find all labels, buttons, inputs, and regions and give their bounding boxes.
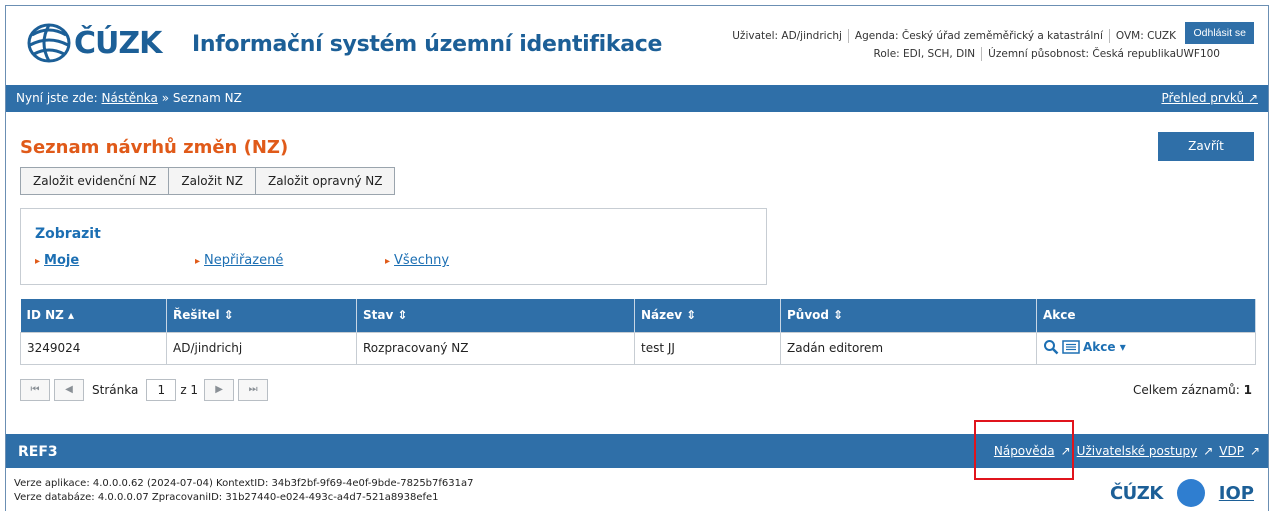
page-of-label: z 1 <box>180 383 199 397</box>
cuzk-emblem-icon <box>27 23 71 63</box>
user-info: Uživatel: AD/jindrichj Agenda: Český úřad… <box>732 27 1176 63</box>
breadcrumb-prefix: Nyní jste zde: <box>16 91 98 105</box>
page-title: Seznam návrhů změn (NZ) <box>20 137 289 158</box>
column-header-id[interactable]: ID NZ ▴ <box>20 299 167 332</box>
cell-origin: Zadán editorem <box>780 331 1037 365</box>
cell-status: Rozpracovaný NZ <box>356 331 635 365</box>
total-records: Celkem záznamů: 1 <box>1133 383 1252 397</box>
footer-logos: ČÚZK IOP <box>1110 479 1254 507</box>
logo-text: ČÚZK <box>74 25 162 61</box>
ciss-logo-icon[interactable] <box>1176 479 1205 507</box>
table-header-row: ID NZ ▴ Řešitel ⇕ Stav ⇕ Název ⇕ Původ ⇕… <box>20 299 1256 332</box>
user-guides-link[interactable]: Uživatelské postupy <box>1077 444 1198 458</box>
external-link-icon: ↗ <box>1247 91 1258 105</box>
row-actions: Akce ▾ <box>1043 339 1126 355</box>
total-label: Celkem záznamů: <box>1133 383 1240 397</box>
separator <box>981 47 983 61</box>
actions-dropdown[interactable]: Akce ▾ <box>1083 340 1126 354</box>
filter-all-link[interactable]: Všechny <box>385 253 449 268</box>
table-row: 3249024 AD/jindrichj Rozpracovaný NZ tes… <box>20 331 1256 365</box>
filter-panel: Zobrazit Moje Nepřiřazené Všechny <box>20 208 767 285</box>
breadcrumb-current: » Seznam NZ <box>161 91 242 105</box>
cell-solver: AD/jindrichj <box>166 331 357 365</box>
list-icon[interactable] <box>1062 339 1080 354</box>
cuzk-logo[interactable]: ČÚZK <box>24 20 162 66</box>
column-header-name[interactable]: Název ⇕ <box>634 299 781 332</box>
page-label: Stránka <box>92 383 139 397</box>
role-label: Role: EDI, SCH, DIN <box>873 48 976 60</box>
create-correction-nz-button[interactable]: Založit opravný NZ <box>254 167 396 195</box>
create-registry-nz-button[interactable]: Založit evidenční NZ <box>20 167 170 195</box>
nz-table: ID NZ ▴ Řešitel ⇕ Stav ⇕ Název ⇕ Původ ⇕… <box>20 299 1256 365</box>
next-page-icon[interactable]: ▶ <box>204 379 235 401</box>
footer-cuzk-logo[interactable]: ČÚZK <box>1110 483 1163 504</box>
column-header-status[interactable]: Stav ⇕ <box>356 299 635 332</box>
separator <box>1108 29 1110 43</box>
vdp-link[interactable]: VDP <box>1219 444 1244 458</box>
prev-page-icon[interactable]: ◀ <box>54 379 84 401</box>
footer-bar: REF3 Nápověda ↗ Uživatelské postupy ↗ VDP ↗ <box>6 434 1268 468</box>
breadcrumb: Nyní jste zde: Nástěnka » Seznam NZ <box>16 91 242 105</box>
breadcrumb-bar: Nyní jste zde: Nástěnka » Seznam NZ Přeh… <box>6 85 1268 112</box>
overview-link[interactable]: Přehled prvků ↗ <box>1161 91 1258 105</box>
overview-link-label: Přehled prvků <box>1161 91 1245 105</box>
app-frame: ČÚZK Informační systém územní identifika… <box>5 5 1269 511</box>
logout-button[interactable]: Odhlásit se <box>1185 22 1254 44</box>
external-link-icon: ↗ <box>1203 444 1214 458</box>
create-button-group: Založit evidenční NZ Založit NZ Založit … <box>20 167 396 195</box>
create-nz-button[interactable]: Založit NZ <box>168 167 256 195</box>
agenda-label: Agenda: Český úřad zeměměřický a katastr… <box>854 30 1103 42</box>
page-input[interactable]: 1 <box>146 379 177 401</box>
external-link-icon: ↗ <box>1249 444 1260 458</box>
app-version: Verze aplikace: 4.0.0.0.62 (2024-07-04) … <box>14 478 474 489</box>
pager: ⏮ ◀ Stránka 1 z 1 ▶ ⏭ <box>20 378 272 402</box>
column-header-actions: Akce <box>1036 299 1256 332</box>
db-version: Verze databáze: 4.0.0.0.07 ZpracovaniID:… <box>14 492 439 503</box>
cell-actions: Akce ▾ <box>1036 331 1256 365</box>
cell-name: test JJ <box>634 331 781 365</box>
filter-mine-link[interactable]: Moje <box>35 253 79 268</box>
header: ČÚZK Informační systém územní identifika… <box>6 6 1268 85</box>
territory-label: Územní působnost: Česká republika <box>988 48 1176 60</box>
ovm-code: UWF100 <box>1175 48 1220 60</box>
footer-section-name: REF3 <box>18 444 58 460</box>
first-page-icon[interactable]: ⏮ <box>20 379 50 401</box>
app-title: Informační systém územní identifikace <box>192 32 663 57</box>
filter-title: Zobrazit <box>35 226 101 242</box>
close-button[interactable]: Zavřít <box>1158 132 1254 161</box>
highlight-box <box>974 420 1074 480</box>
filter-unassigned-link[interactable]: Nepřiřazené <box>195 253 283 268</box>
total-value: 1 <box>1243 383 1252 397</box>
column-header-origin[interactable]: Původ ⇕ <box>780 299 1037 332</box>
breadcrumb-home-link[interactable]: Nástěnka <box>102 91 158 105</box>
ovm-label: OVM: CUZK <box>1115 30 1176 42</box>
cell-id: 3249024 <box>20 331 167 365</box>
version-info: Verze aplikace: 4.0.0.0.62 (2024-07-04) … <box>14 477 474 505</box>
user-label: Uživatel: AD/jindrichj <box>732 30 842 42</box>
last-page-icon[interactable]: ⏭ <box>238 379 269 401</box>
search-icon[interactable] <box>1043 339 1059 355</box>
separator <box>847 29 849 43</box>
iop-logo[interactable]: IOP <box>1219 483 1254 504</box>
column-header-solver[interactable]: Řešitel ⇕ <box>166 299 357 332</box>
